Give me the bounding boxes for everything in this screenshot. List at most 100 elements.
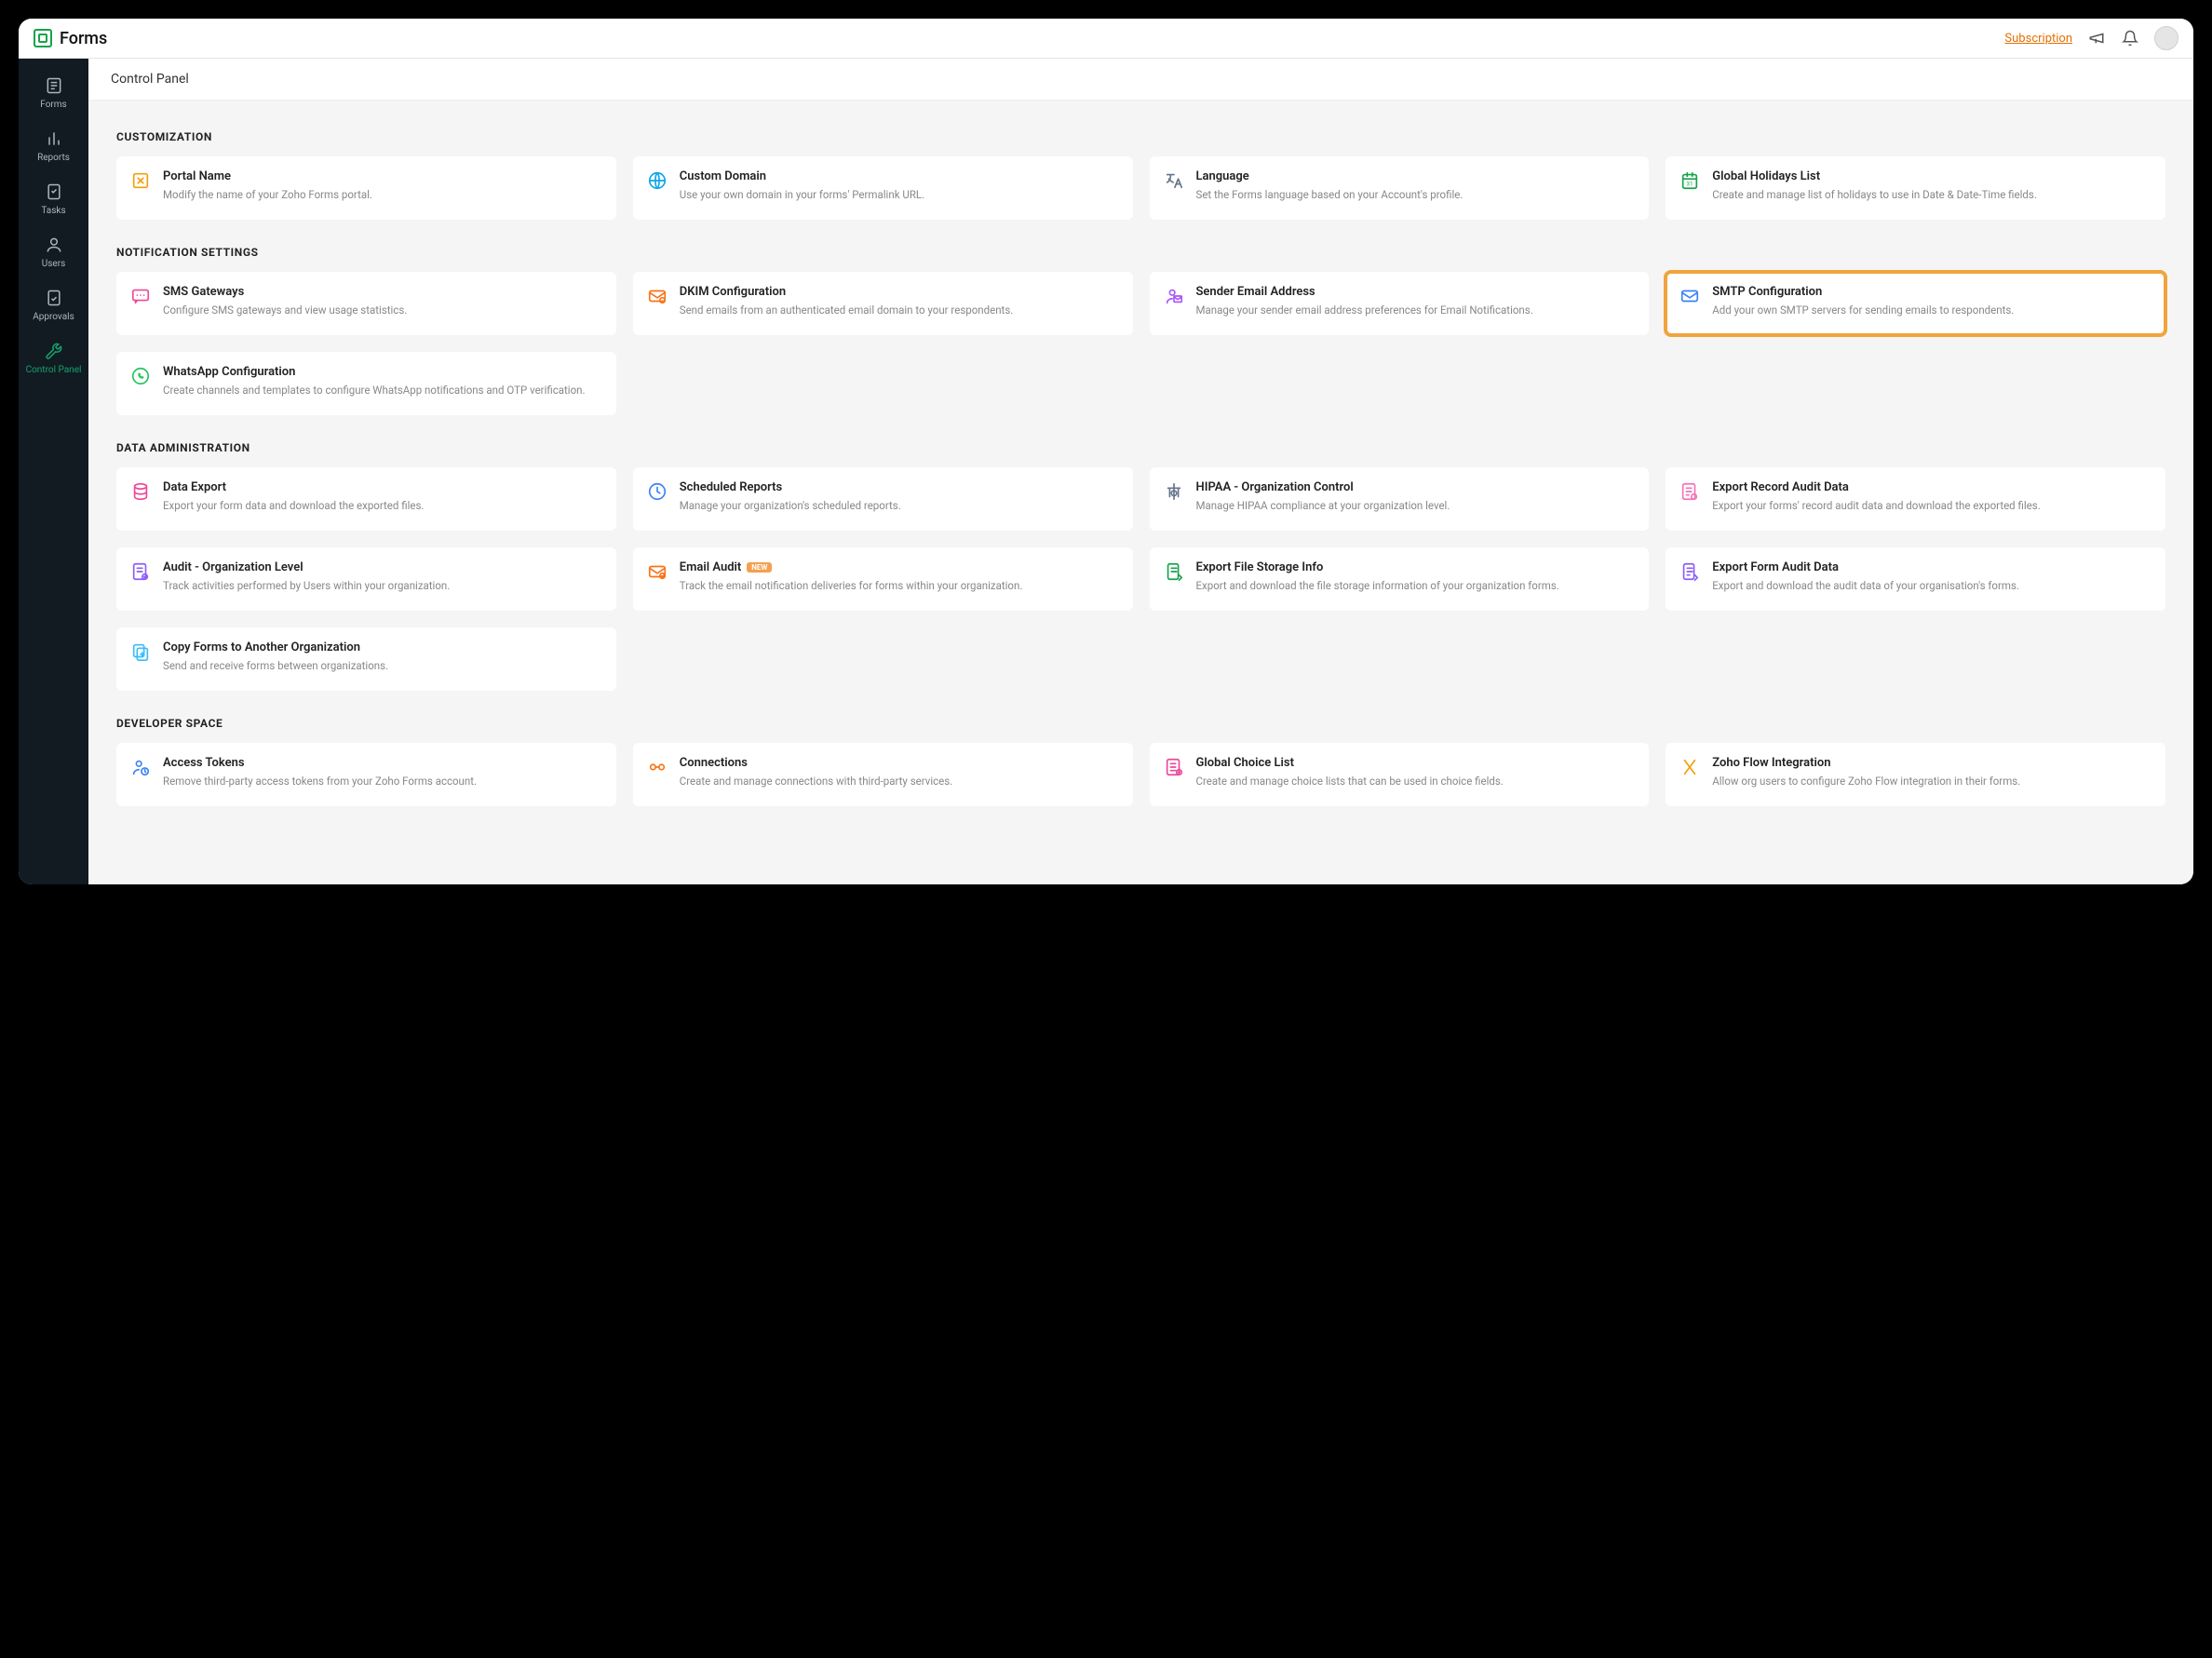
export-icon — [129, 480, 152, 503]
tasks-icon — [44, 182, 64, 202]
card-connections[interactable]: ConnectionsCreate and manage connections… — [633, 743, 1133, 806]
card-desc: Modify the name of your Zoho Forms porta… — [163, 187, 603, 203]
sidebar-item-forms[interactable]: Forms — [19, 66, 88, 119]
connect-icon — [646, 756, 668, 778]
card-title: Language — [1196, 169, 1637, 183]
forms-logo-icon — [34, 29, 52, 47]
card-scheduled-reports[interactable]: Scheduled Reports Manage your organizatio… — [633, 467, 1133, 531]
card-sms-gateways[interactable]: SMS GatewaysConfigure SMS gateways and v… — [116, 272, 616, 335]
card-desc: Export your forms' record audit data and… — [1712, 498, 2152, 514]
card-title: Portal Name — [163, 169, 603, 183]
app-name: Forms — [60, 29, 107, 48]
dkim-icon — [646, 285, 668, 307]
logo[interactable]: Forms — [34, 29, 107, 48]
card-copy-forms-to-another-organization[interactable]: Copy Forms to Another OrganizationSend a… — [116, 627, 616, 691]
card-body: SMTP ConfigurationAdd your own SMTP serv… — [1712, 285, 2152, 322]
card-email-audit[interactable]: Email AuditNEW Track the email notificati… — [633, 547, 1133, 611]
emailaudit-icon — [646, 560, 668, 583]
sidebar-item-reports[interactable]: Reports — [19, 119, 88, 172]
sidebar-item-tasks[interactable]: Tasks — [19, 172, 88, 225]
announcement-icon[interactable] — [2087, 29, 2106, 47]
sender-icon — [1163, 285, 1185, 307]
card-grid: Data Export Export your form data and dow… — [116, 467, 2165, 691]
card-title: Export File Storage Info — [1196, 560, 1637, 574]
domain-icon — [646, 169, 668, 192]
card-body: ConnectionsCreate and manage connections… — [680, 756, 1120, 793]
card-title: Global Choice List — [1196, 756, 1637, 770]
card-export-file-storage-info[interactable]: Export File Storage Info Export and downl… — [1150, 547, 1650, 611]
portal-icon — [129, 169, 152, 192]
section-title: DEVELOPER SPACE — [116, 717, 2165, 730]
sidebar-item-control-panel[interactable]: Control Panel — [19, 331, 88, 384]
card-desc: Add your own SMTP servers for sending em… — [1712, 303, 2152, 318]
card-global-choice-list[interactable]: Global Choice List Create and manage choi… — [1150, 743, 1650, 806]
card-whatsapp-configuration[interactable]: WhatsApp Configuration Create channels an… — [116, 352, 616, 415]
card-desc: Use your own domain in your forms' Perma… — [680, 187, 1120, 203]
sidebar-item-approvals[interactable]: Approvals — [19, 278, 88, 331]
card-desc: Export your form data and download the e… — [163, 498, 603, 514]
card-grid: SMS GatewaysConfigure SMS gateways and v… — [116, 272, 2165, 415]
card-hipaa-organization-control[interactable]: HIPAA - Organization Control Manage HIPAA… — [1150, 467, 1650, 531]
card-body: Data Export Export your form data and dow… — [163, 480, 603, 518]
card-title-text: Scheduled Reports — [680, 480, 782, 494]
card-desc: Export and download the file storage inf… — [1196, 578, 1637, 594]
card-title-text: Portal Name — [163, 169, 231, 183]
card-body: Email AuditNEW Track the email notificati… — [680, 560, 1120, 598]
card-desc: Track activities performed by Users with… — [163, 578, 603, 594]
section-title: CUSTOMIZATION — [116, 130, 2165, 143]
card-audit-organization-level[interactable]: Audit - Organization LevelTrack activiti… — [116, 547, 616, 611]
card-desc: Create channels and templates to configu… — [163, 383, 603, 398]
card-title-text: Zoho Flow Integration — [1712, 756, 1830, 770]
card-title: Export Record Audit Data — [1712, 480, 2152, 494]
card-access-tokens[interactable]: Access TokensRemove third-party access t… — [116, 743, 616, 806]
card-body: Custom Domain Use your own domain in your… — [680, 169, 1120, 207]
sidebar-item-users[interactable]: Users — [19, 225, 88, 278]
top-bar: Forms Subscription — [19, 19, 2193, 59]
card-global-holidays-list[interactable]: 31Global Holidays ListCreate and manage … — [1666, 156, 2165, 220]
card-portal-name[interactable]: Portal Name Modify the name of your Zoho … — [116, 156, 616, 220]
card-title-text: Language — [1196, 169, 1249, 183]
sidebar-item-label: Approvals — [33, 312, 74, 322]
card-desc: Send emails from an authenticated email … — [680, 303, 1120, 318]
card-zoho-flow-integration[interactable]: Zoho Flow Integration Allow org users to … — [1666, 743, 2165, 806]
card-desc: Send and receive forms between organizat… — [163, 658, 603, 674]
card-desc: Create and manage choice lists that can … — [1196, 774, 1637, 789]
sidebar: Forms Reports Tasks Users — [19, 59, 88, 884]
card-dkim-configuration[interactable]: DKIM ConfigurationSend emails from an au… — [633, 272, 1133, 335]
card-desc: Allow org users to configure Zoho Flow i… — [1712, 774, 2152, 789]
control-panel-icon — [44, 341, 64, 361]
card-export-form-audit-data[interactable]: Export Form Audit DataExport and downloa… — [1666, 547, 2165, 611]
card-desc: Manage your organization's scheduled rep… — [680, 498, 1120, 514]
card-title-text: Data Export — [163, 480, 226, 494]
card-export-record-audit-data[interactable]: Export Record Audit Data Export your form… — [1666, 467, 2165, 531]
user-avatar[interactable] — [2154, 26, 2178, 50]
orgaudit-icon — [129, 560, 152, 583]
card-body: Sender Email AddressManage your sender e… — [1196, 285, 1637, 322]
sidebar-item-label: Forms — [40, 100, 66, 110]
page-title: Control Panel — [88, 59, 2193, 101]
subscription-link[interactable]: Subscription — [2004, 32, 2072, 46]
card-desc: Track the email notification deliveries … — [680, 578, 1120, 594]
card-desc: Manage your sender email address prefere… — [1196, 303, 1637, 318]
card-desc: Manage HIPAA compliance at your organiza… — [1196, 498, 1637, 514]
card-title: WhatsApp Configuration — [163, 365, 603, 379]
card-smtp-configuration[interactable]: SMTP ConfigurationAdd your own SMTP serv… — [1666, 272, 2165, 335]
card-body: DKIM ConfigurationSend emails from an au… — [680, 285, 1120, 322]
choice-icon — [1163, 756, 1185, 778]
card-body: Copy Forms to Another OrganizationSend a… — [163, 640, 603, 678]
card-language[interactable]: LanguageSet the Forms language based on … — [1150, 156, 1650, 220]
calendar-icon: 31 — [1679, 169, 1701, 192]
card-body: Global Choice List Create and manage choi… — [1196, 756, 1637, 793]
card-body: Export Record Audit Data Export your form… — [1712, 480, 2152, 518]
card-body: Audit - Organization LevelTrack activiti… — [163, 560, 603, 598]
card-body: Export Form Audit DataExport and downloa… — [1712, 560, 2152, 598]
card-title: Email AuditNEW — [680, 560, 1120, 574]
card-title-text: HIPAA - Organization Control — [1196, 480, 1354, 494]
card-title: Zoho Flow Integration — [1712, 756, 2152, 770]
notification-bell-icon[interactable] — [2121, 29, 2139, 47]
card-custom-domain[interactable]: Custom Domain Use your own domain in your… — [633, 156, 1133, 220]
card-desc: Remove third-party access tokens from yo… — [163, 774, 603, 789]
card-data-export[interactable]: Data Export Export your form data and dow… — [116, 467, 616, 531]
card-sender-email-address[interactable]: Sender Email AddressManage your sender e… — [1150, 272, 1650, 335]
card-title-text: Custom Domain — [680, 169, 766, 183]
